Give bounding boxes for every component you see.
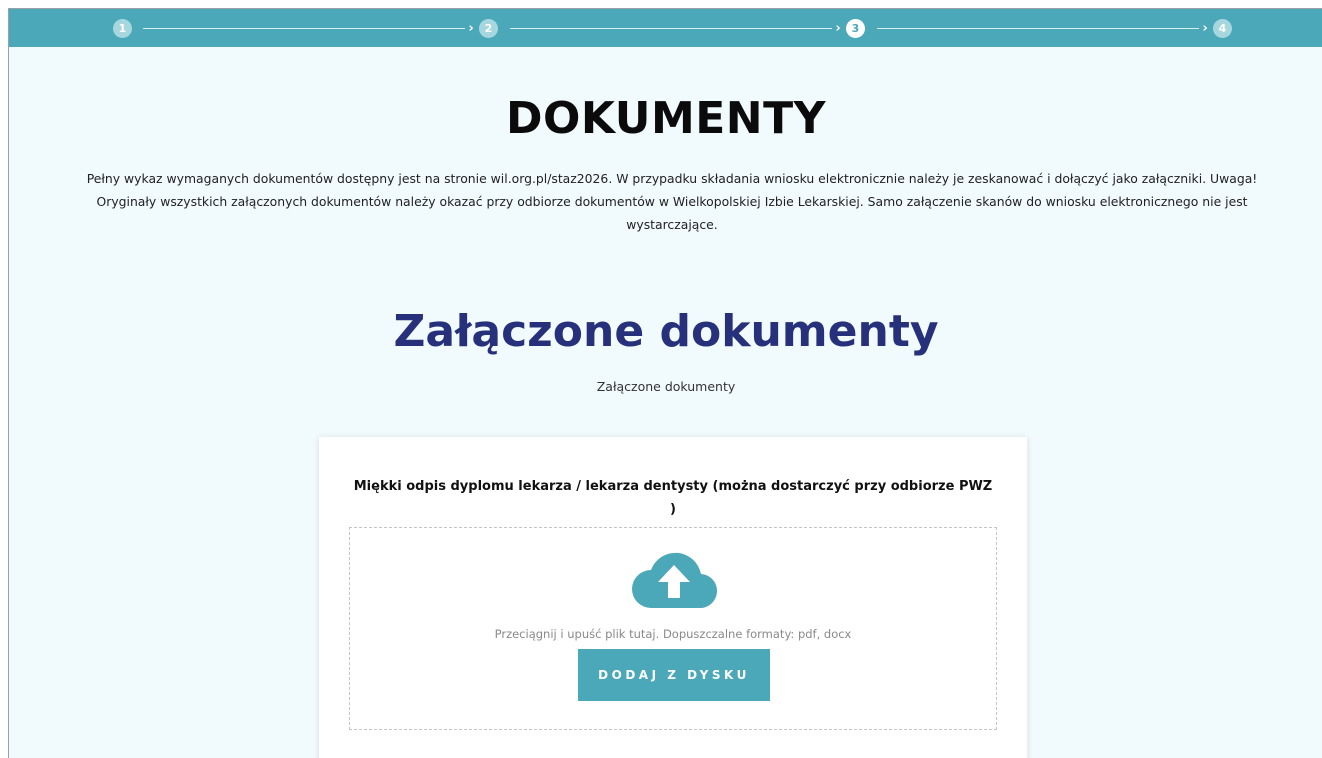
step-2[interactable]: 2 (479, 19, 498, 38)
page-frame: 1 › 2 › 3 › 4 DOKUMENTY Pełny wykaz wyma… (8, 8, 1322, 758)
step-arrow-icon: › (835, 21, 841, 36)
add-from-disk-button[interactable]: DODAJ Z DYSKU (578, 649, 770, 701)
step-connector (877, 28, 1199, 29)
page-title: DOKUMENTY (505, 93, 827, 144)
step-connector (510, 28, 832, 29)
step-3[interactable]: 3 (846, 19, 865, 38)
step-arrow-icon: › (468, 21, 474, 36)
cloud-upload-icon (632, 552, 717, 609)
dropzone-hint: Przeciągnij i upuść plik tutaj. Dopuszcz… (494, 627, 852, 641)
step-arrow-icon: › (1202, 21, 1208, 36)
step-1[interactable]: 1 (113, 19, 132, 38)
file-dropzone[interactable]: Przeciągnij i upuść plik tutaj. Dopuszcz… (349, 527, 997, 730)
attachments-title: Załączone dokumenty (393, 306, 939, 357)
documents-description: Pełny wykaz wymaganych dokumentów dostęp… (86, 171, 1258, 232)
upload-card: Miękki odpis dyplomu lekarza / lekarza d… (319, 437, 1027, 758)
step-connector (143, 28, 465, 29)
attachments-caption: Załączone dokumenty (596, 379, 736, 394)
upload-field-label: Miękki odpis dyplomu lekarza / lekarza d… (353, 479, 993, 517)
progress-stepper: 1 › 2 › 3 › 4 (9, 9, 1322, 47)
step-4[interactable]: 4 (1213, 19, 1232, 38)
